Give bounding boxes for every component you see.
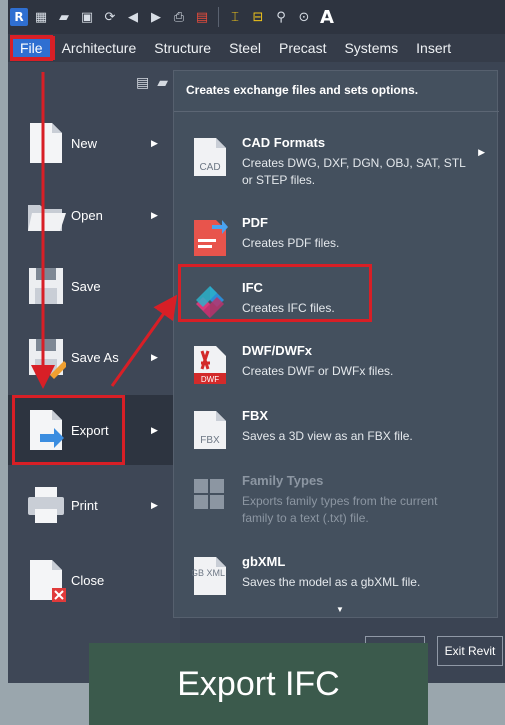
arrow-export-to-ifc (110, 294, 178, 387)
instruction-arrows (31, 72, 178, 389)
caption-banner: Export IFC (89, 643, 428, 725)
